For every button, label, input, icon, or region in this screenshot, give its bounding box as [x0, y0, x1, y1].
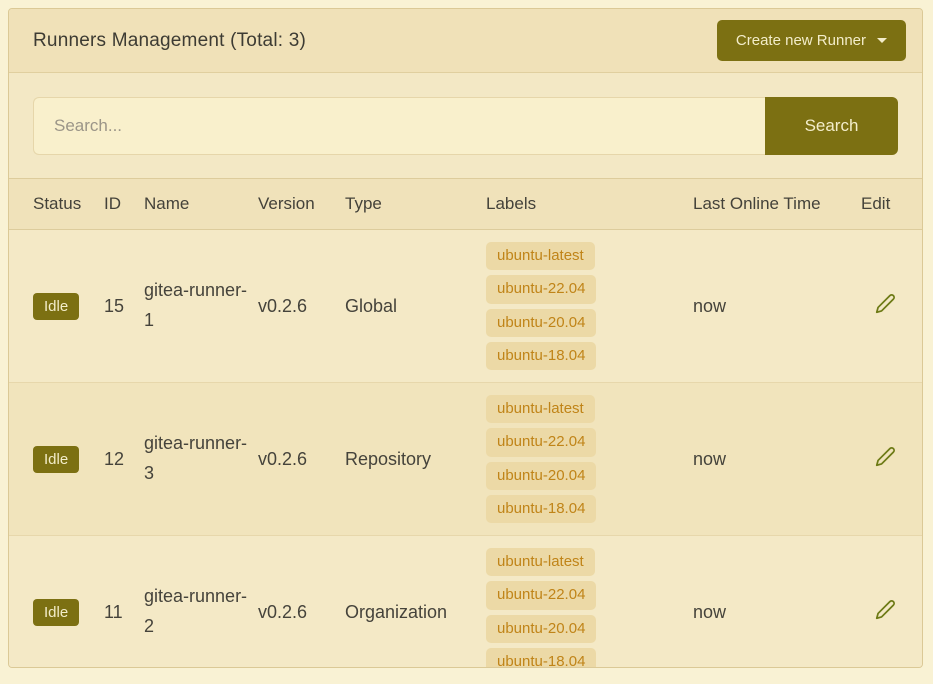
runner-label: ubuntu-latest: [486, 242, 595, 270]
last-online-time: now: [693, 296, 726, 316]
page-title: Runners Management (Total: 3): [33, 30, 306, 52]
runner-label: ubuntu-22.04: [486, 581, 596, 609]
column-header-status: Status: [9, 179, 104, 230]
runners-table: StatusIDNameVersionTypeLabelsLast Online…: [9, 178, 923, 668]
runner-label: ubuntu-20.04: [486, 615, 596, 643]
runner-label: ubuntu-22.04: [486, 428, 596, 456]
runner-row: Idle 11 gitea-runner-2 v0.2.6 Organization ub…: [9, 536, 923, 669]
column-header-last-online-time: Last Online Time: [693, 179, 861, 230]
runner-type: Organization: [345, 602, 447, 622]
create-new-runner-button[interactable]: Create new Runner: [717, 20, 906, 61]
runner-type: Global: [345, 296, 397, 316]
runner-version: v0.2.6: [258, 449, 307, 469]
runner-name: gitea-runner-1: [144, 280, 247, 330]
runner-label: ubuntu-20.04: [486, 309, 596, 337]
chevron-down-icon: [877, 38, 887, 43]
last-online-time: now: [693, 602, 726, 622]
column-header-name: Name: [144, 179, 258, 230]
labels-list: ubuntu-latest ubuntu-22.04 ubuntu-20.04 ubu…: [486, 395, 685, 523]
runner-row: Idle 15 gitea-runner-1 v0.2.6 Global ubuntu-l…: [9, 230, 923, 383]
status-badge: Idle: [33, 446, 79, 473]
column-header-labels: Labels: [486, 179, 693, 230]
column-header-edit: Edit: [861, 179, 923, 230]
runner-label: ubuntu-18.04: [486, 342, 596, 370]
pencil-icon: [875, 599, 896, 620]
runner-id: 12: [104, 449, 124, 469]
runner-label: ubuntu-20.04: [486, 462, 596, 490]
runner-label: ubuntu-22.04: [486, 275, 596, 303]
runner-type: Repository: [345, 449, 431, 469]
runner-version: v0.2.6: [258, 296, 307, 316]
runner-label: ubuntu-18.04: [486, 495, 596, 523]
labels-list: ubuntu-latest ubuntu-22.04 ubuntu-20.04 ubu…: [486, 242, 685, 370]
column-header-id: ID: [104, 179, 144, 230]
status-badge: Idle: [33, 293, 79, 320]
runner-row: Idle 12 gitea-runner-3 v0.2.6 Repository ubun…: [9, 383, 923, 536]
pencil-icon: [875, 293, 896, 314]
runner-version: v0.2.6: [258, 602, 307, 622]
panel-header: Runners Management (Total: 3) Create new…: [9, 9, 922, 73]
edit-runner-button[interactable]: [875, 293, 896, 314]
runner-label: ubuntu-latest: [486, 395, 595, 423]
runner-label: ubuntu-latest: [486, 548, 595, 576]
runner-name: gitea-runner-2: [144, 586, 247, 636]
labels-list: ubuntu-latest ubuntu-22.04 ubuntu-20.04 ubu…: [486, 548, 685, 668]
search-bar: Search: [9, 73, 922, 178]
edit-runner-button[interactable]: [875, 446, 896, 467]
create-new-runner-label: Create new Runner: [736, 32, 866, 49]
runner-name: gitea-runner-3: [144, 433, 247, 483]
pencil-icon: [875, 446, 896, 467]
search-button[interactable]: Search: [765, 97, 898, 155]
runner-id: 15: [104, 296, 124, 316]
last-online-time: now: [693, 449, 726, 469]
runner-id: 11: [104, 602, 123, 622]
status-badge: Idle: [33, 599, 79, 626]
runners-management-panel: Runners Management (Total: 3) Create new…: [8, 8, 923, 668]
column-header-version: Version: [258, 179, 345, 230]
table-header-row: StatusIDNameVersionTypeLabelsLast Online…: [9, 179, 923, 230]
runner-label: ubuntu-18.04: [486, 648, 596, 668]
search-input[interactable]: [33, 97, 765, 155]
column-header-type: Type: [345, 179, 486, 230]
edit-runner-button[interactable]: [875, 599, 896, 620]
